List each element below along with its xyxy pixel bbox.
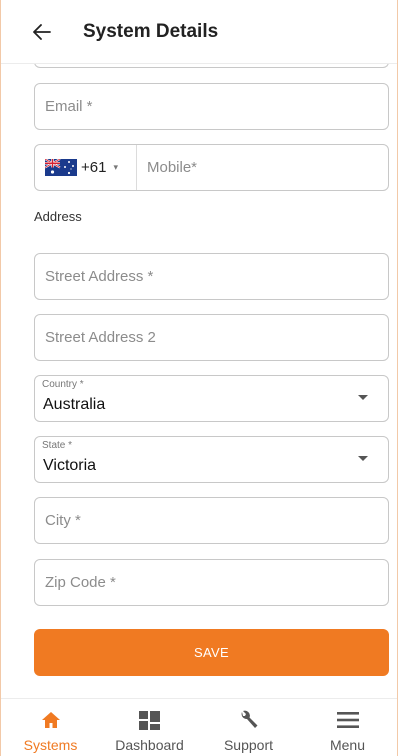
arrow-left-icon	[33, 23, 51, 40]
dashboard-icon	[139, 709, 160, 731]
bottom-navigation: Systems Dashboard Support Menu	[1, 698, 397, 756]
hamburger-menu-icon	[336, 709, 359, 731]
nav-label-support: Support	[223, 737, 274, 753]
dropdown-arrow-icon	[358, 395, 368, 400]
country-select[interactable]: Country * Australia	[34, 375, 389, 422]
email-input[interactable]	[35, 84, 388, 129]
nav-item-systems[interactable]: Systems	[1, 699, 100, 756]
country-select-label: Country *	[42, 379, 84, 390]
country-code-text: +61	[81, 159, 107, 176]
nav-item-support[interactable]: Support	[199, 699, 298, 756]
save-button[interactable]: SAVE	[34, 629, 389, 676]
system-details-screen: System Details +61 ▾ Addre	[0, 0, 398, 756]
street-address-field[interactable]	[34, 253, 389, 300]
chevron-down-icon: ▾	[113, 162, 118, 172]
phone-field[interactable]: +61 ▾	[34, 144, 389, 191]
address-section-label: Address	[34, 209, 82, 224]
app-header: System Details	[1, 0, 397, 64]
country-code-picker[interactable]: +61 ▾	[35, 145, 137, 190]
state-select[interactable]: State * Victoria	[34, 436, 389, 483]
home-icon	[41, 709, 61, 731]
street-address-2-field[interactable]	[34, 314, 389, 361]
nav-item-menu[interactable]: Menu	[298, 699, 397, 756]
state-select-label: State *	[42, 440, 73, 451]
australia-flag-icon	[45, 159, 77, 176]
zip-code-field[interactable]	[34, 559, 389, 606]
wrench-icon	[239, 709, 259, 731]
nav-label-systems: Systems	[23, 737, 78, 753]
page-title: System Details	[83, 20, 219, 42]
nav-label-menu: Menu	[329, 737, 366, 753]
email-field[interactable]	[34, 83, 389, 130]
city-input[interactable]	[35, 498, 388, 543]
state-select-value: Victoria	[43, 457, 97, 474]
zip-code-input[interactable]	[35, 560, 388, 605]
street-address-input[interactable]	[35, 254, 388, 299]
mobile-input[interactable]	[137, 145, 388, 190]
street-address-2-input[interactable]	[35, 315, 388, 360]
city-field[interactable]	[34, 497, 389, 544]
country-select-value: Australia	[43, 396, 106, 413]
back-button[interactable]	[29, 19, 55, 45]
nav-label-dashboard: Dashboard	[115, 737, 184, 753]
nav-item-dashboard[interactable]: Dashboard	[100, 699, 199, 756]
dropdown-arrow-icon	[358, 456, 368, 461]
